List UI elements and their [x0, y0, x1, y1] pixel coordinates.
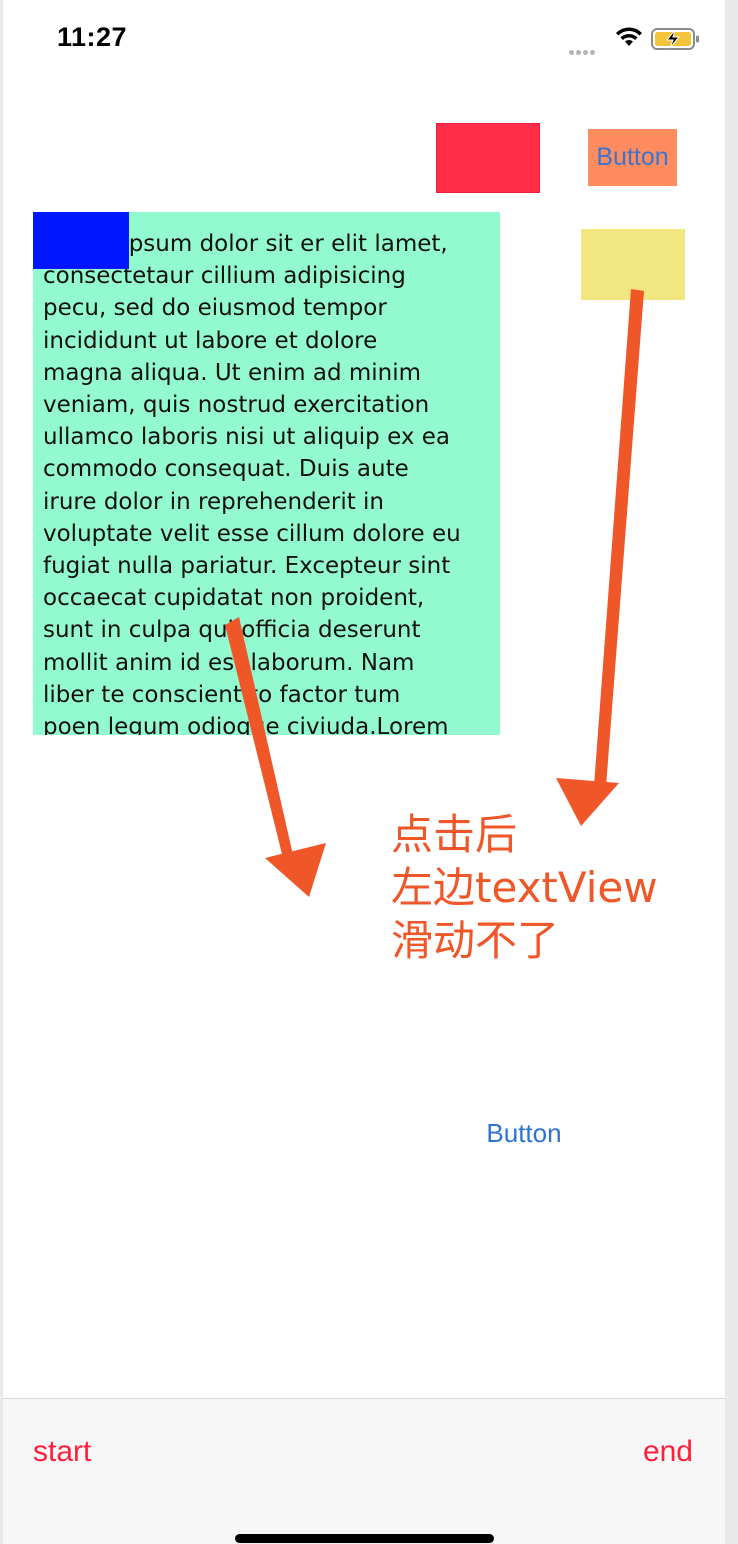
app-screen: 11:27 Button Lorem ipsum dolor sit er el…	[3, 0, 725, 1544]
annotation-text: 点击后 左边textView 滑动不了	[391, 808, 658, 967]
red-view	[436, 123, 540, 193]
start-button[interactable]: start	[33, 1435, 91, 1469]
cellular-dots-icon	[569, 42, 603, 55]
middle-button[interactable]: Button	[472, 1113, 576, 1153]
text-view-content: Lorem ipsum dolor sit er elit lamet, con…	[43, 231, 461, 735]
annotation-line: 滑动不了	[391, 916, 560, 965]
status-time: 11:27	[57, 22, 128, 52]
annotation-line: 点击后	[391, 810, 518, 859]
blue-view	[33, 212, 129, 269]
annotation-line: 左边textView	[391, 863, 658, 912]
end-button[interactable]: end	[643, 1435, 693, 1469]
battery-charging-icon	[651, 28, 699, 50]
top-button[interactable]: Button	[588, 129, 677, 186]
wifi-icon	[616, 27, 642, 46]
yellow-view	[581, 229, 685, 300]
home-indicator[interactable]	[235, 1534, 494, 1543]
bottom-toolbar: start end	[3, 1398, 725, 1544]
arrow-right	[556, 289, 644, 826]
text-view[interactable]: Lorem ipsum dolor sit er elit lamet, con…	[33, 212, 500, 735]
